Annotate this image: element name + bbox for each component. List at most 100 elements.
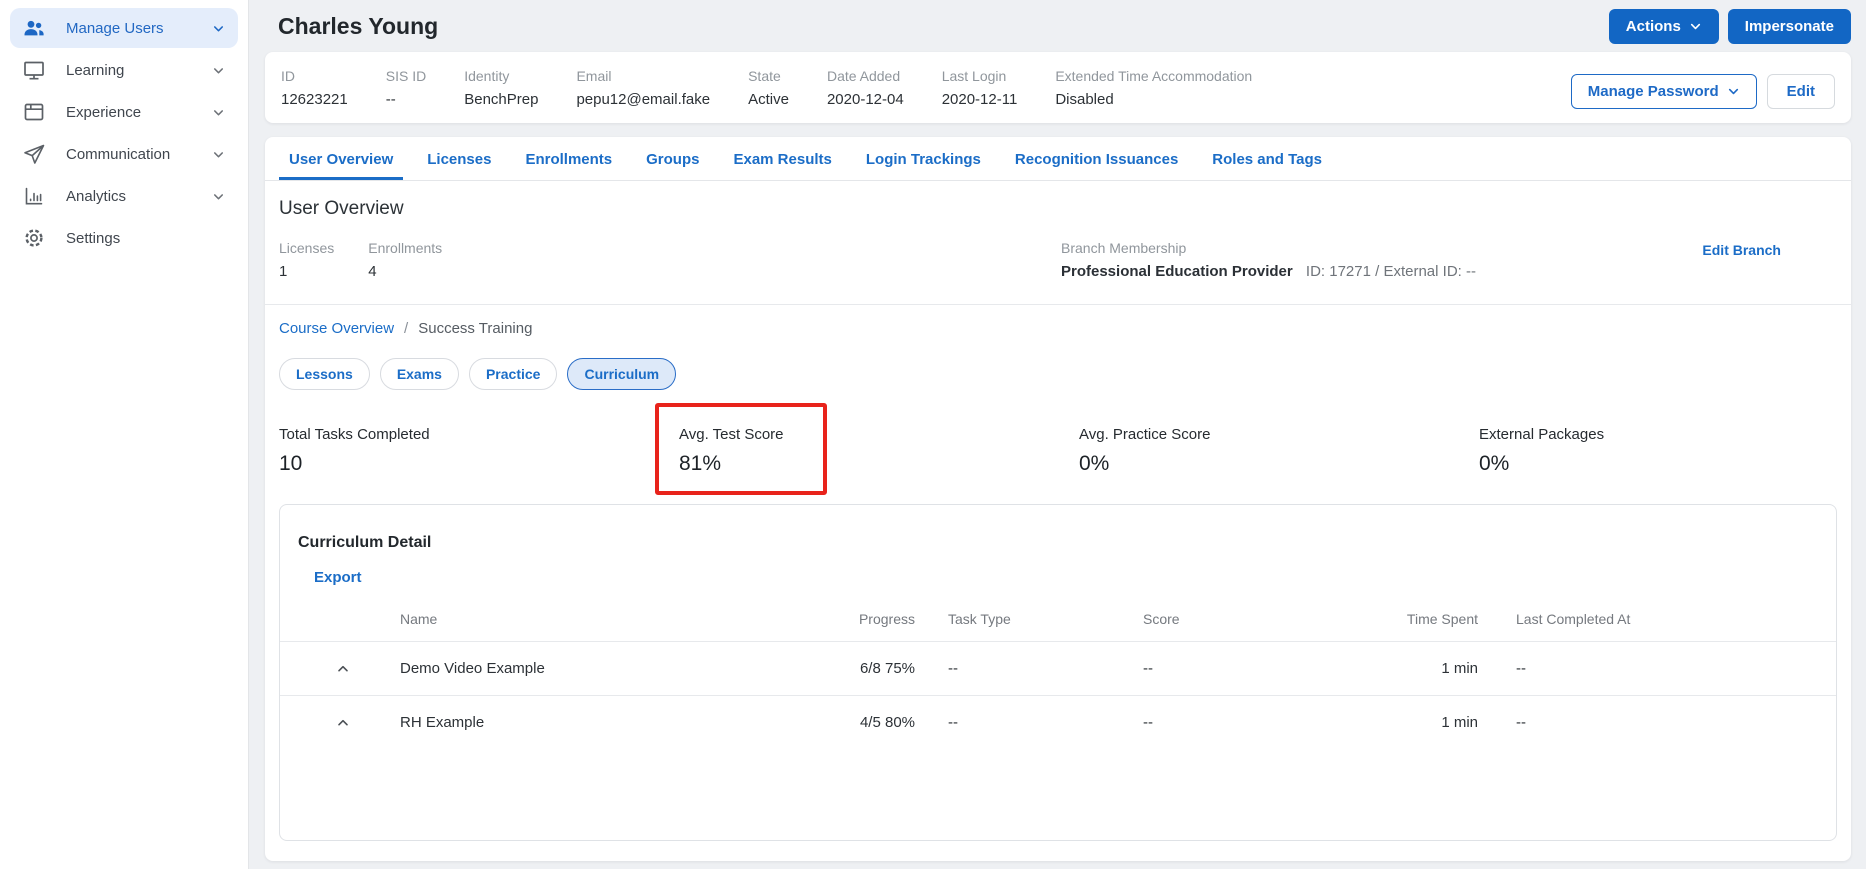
sidebar-item-settings[interactable]: Settings [10,218,238,258]
cell-last-completed: -- [1516,660,1526,677]
stat-external-packages: External Packages 0% [1479,426,1605,475]
cell-time-spent: 1 min [1441,660,1478,677]
col-header-time-spent: Time Spent [1406,611,1478,627]
collapse-row-button[interactable] [335,661,351,677]
tab-groups[interactable]: Groups [636,137,709,180]
curriculum-table: Name Progress Task Type Score Time Spent… [280,597,1836,749]
overview-row: Licenses 1 Enrollments 4 Branch Membersh… [279,240,1837,304]
cell-task-type: -- [948,660,958,677]
sidebar-item-learning[interactable]: Learning [10,50,238,90]
export-link[interactable]: Export [314,569,362,586]
cell-score: -- [1143,714,1153,731]
browser-icon [22,100,46,124]
curriculum-detail-title: Curriculum Detail [298,534,432,551]
info-field-last-login: Last Login 2020-12-11 [941,68,1018,108]
col-header-name: Name [400,611,438,627]
chevron-down-icon [1690,23,1700,29]
chevron-down-icon [211,189,226,204]
sidebar-item-analytics[interactable]: Analytics [10,176,238,216]
cell-name: RH Example [400,714,485,731]
edit-branch-link[interactable]: Edit Branch [1702,240,1837,280]
tab-user-overview[interactable]: User Overview [279,137,404,180]
tab-login-trackings[interactable]: Login Trackings [856,137,991,180]
sidebar: Manage Users Learning Experience Communi… [0,0,249,869]
cell-task-type: -- [948,714,958,731]
sidebar-item-label: Manage Users [66,19,164,37]
table-row: Demo Video Example 6/8 75% -- -- 1 min -… [280,641,1836,695]
stat-avg-practice-score: Avg. Practice Score 0% [1079,426,1211,475]
header-buttons: Actions Impersonate [1608,8,1851,44]
sidebar-item-label: Communication [66,145,171,163]
users-icon [22,16,46,40]
actions-button-label: Actions [1625,17,1681,35]
chevron-up-icon [338,665,348,671]
page-header: Charles Young Actions Impersonate [265,0,1851,52]
sidebar-item-manage-users[interactable]: Manage Users [10,8,238,48]
cell-time-spent: 1 min [1441,714,1478,731]
sidebar-item-experience[interactable]: Experience [10,92,238,132]
tabs-row: User Overview Licenses Enrollments Group… [265,137,1851,181]
tab-exam-results[interactable]: Exam Results [723,137,841,180]
pill-practice[interactable]: Practice [468,358,558,390]
impersonate-button[interactable]: Impersonate [1727,8,1851,44]
table-row: RH Example 4/5 80% -- -- 1 min -- [280,695,1836,749]
branch-name: Professional Education Provider [1061,263,1293,280]
curriculum-detail-card: Curriculum Detail Export Name Progress T… [279,504,1837,841]
pill-exams[interactable]: Exams [379,358,459,390]
section-title: User Overview [279,198,404,219]
pill-lessons[interactable]: Lessons [279,358,370,390]
info-field-email: Email pepu12@email.fake [576,68,711,108]
sidebar-item-label: Analytics [66,187,127,205]
tab-roles-and-tags[interactable]: Roles and Tags [1202,137,1332,180]
actions-button[interactable]: Actions [1608,8,1719,44]
cell-last-completed: -- [1516,714,1526,731]
breadcrumb-separator: / [404,320,409,337]
collapse-row-button[interactable] [335,715,351,731]
info-field-date-added: Date Added 2020-12-04 [826,68,904,108]
sidebar-item-communication[interactable]: Communication [10,134,238,174]
bar-chart-icon [22,184,46,208]
pill-curriculum[interactable]: Curriculum [567,358,677,390]
chevron-down-icon [211,21,226,36]
table-header-row: Name Progress Task Type Score Time Spent… [280,597,1836,641]
info-actions: Manage Password Edit [1570,65,1835,109]
tab-recognition-issuances[interactable]: Recognition Issuances [1005,137,1188,180]
avg-test-score-annotation-box [655,403,827,495]
edit-button[interactable]: Edit [1766,74,1835,109]
overview-stats: Licenses 1 Enrollments 4 [279,240,1061,280]
filter-pills: Lessons Exams Practice Curriculum [265,337,1851,390]
cell-name: Demo Video Example [400,660,545,677]
info-field-id: ID 12623221 [281,68,348,108]
chevron-down-icon [211,63,226,78]
col-header-progress: Progress [858,611,915,627]
manage-password-button[interactable]: Manage Password [1570,74,1757,109]
tab-enrollments[interactable]: Enrollments [515,137,622,180]
gear-icon [22,226,46,250]
info-field-identity: Identity BenchPrep [464,68,539,108]
stat-avg-test-score: Avg. Test Score 81% [655,403,1079,495]
sidebar-item-label: Learning [66,61,125,79]
stat-total-tasks: Total Tasks Completed 10 [279,426,430,475]
info-field-sis-id: SIS ID -- [385,68,427,108]
monitor-icon [22,58,46,82]
breadcrumb: Course Overview / Success Training [265,305,1851,337]
chevron-down-icon [211,147,226,162]
col-header-task-type: Task Type [948,611,1011,627]
summary-stats-row: Total Tasks Completed 10 Avg. Test Score… [265,390,1851,495]
chevron-down-icon [1728,88,1738,95]
cell-progress: 6/8 75% [859,660,915,677]
user-info-fields: ID 12623221 SIS ID -- Identity BenchPrep… [281,65,1252,108]
tab-licenses[interactable]: Licenses [417,137,501,180]
licenses-stat: Licenses 1 [279,240,335,280]
page-title: Charles Young [278,12,439,39]
user-info-bar: ID 12623221 SIS ID -- Identity BenchPrep… [265,52,1851,123]
enrollments-stat: Enrollments 4 [368,240,443,280]
info-field-state: State Active [748,68,789,108]
chevron-up-icon [338,719,348,725]
app-root: Manage Users Learning Experience Communi… [0,0,1866,869]
breadcrumb-course-overview[interactable]: Course Overview [279,320,394,337]
cell-progress: 4/5 80% [859,714,915,731]
col-header-last-completed: Last Completed At [1516,611,1631,627]
breadcrumb-current: Success Training [418,320,533,337]
chevron-down-icon [211,105,226,120]
